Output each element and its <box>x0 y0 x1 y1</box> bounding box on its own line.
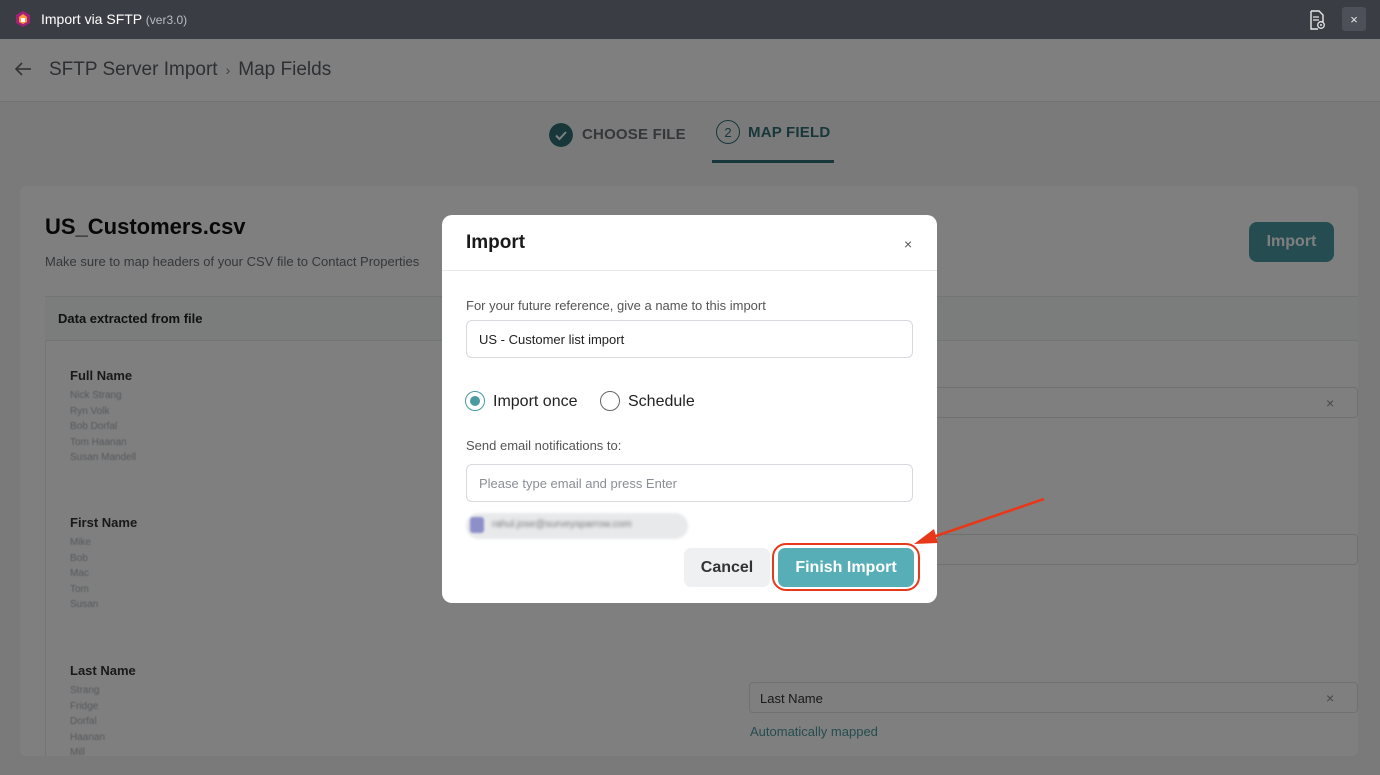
annotation-highlight-ring <box>772 543 920 591</box>
radio-import-once-label[interactable]: Import once <box>493 393 577 411</box>
app-version: (ver3.0) <box>145 13 188 27</box>
radio-schedule-label[interactable]: Schedule <box>628 393 695 411</box>
window-titlebar: Import via SFTP (ver3.0) × <box>0 0 1380 39</box>
import-name-label: For your future reference, give a name t… <box>466 298 766 313</box>
import-name-input[interactable] <box>466 320 913 358</box>
modal-close-icon[interactable]: × <box>904 236 912 252</box>
app-logo-icon <box>16 11 30 27</box>
email-notify-input[interactable] <box>466 464 913 502</box>
email-chip-avatar <box>470 517 484 533</box>
document-settings-icon[interactable] <box>1308 10 1326 30</box>
cancel-button[interactable]: Cancel <box>684 548 770 587</box>
modal-title: Import <box>466 232 526 253</box>
app-name: Import via SFTP <box>41 11 142 27</box>
window-title: Import via SFTP (ver3.0) <box>41 11 187 27</box>
modal-divider <box>442 270 937 271</box>
annotation-arrow-icon <box>914 497 1045 544</box>
window-close-button[interactable]: × <box>1342 7 1366 31</box>
radio-schedule[interactable] <box>600 391 620 411</box>
radio-import-once[interactable] <box>465 391 485 411</box>
email-notify-label: Send email notifications to: <box>466 438 622 453</box>
email-chip-text: rahul.jose@surveysparrow.com <box>492 519 632 530</box>
